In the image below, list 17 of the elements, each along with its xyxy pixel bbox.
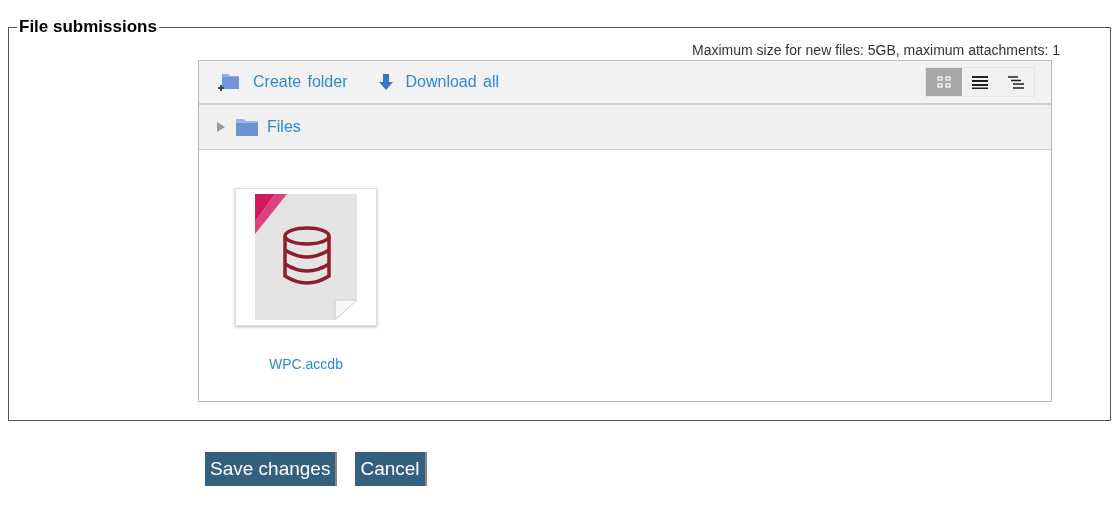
file-thumbnail[interactable] [235,188,377,326]
path-link[interactable]: Files [267,118,301,136]
cancel-button[interactable]: Cancel [355,452,427,486]
grid-icon [937,76,951,88]
save-changes-button[interactable]: Save changes [205,452,338,486]
create-folder-link[interactable]: Create folder [253,73,348,91]
folder-plus-icon [217,71,241,93]
download-all-link[interactable]: Download all [405,73,500,91]
view-mode-button[interactable] [962,68,998,96]
file-limits-text: Maximum size for new files: 5GB, maximum attachments: 1 [692,41,1060,58]
view-mode-button[interactable] [998,68,1034,96]
fieldset-legend: File submissions [17,17,159,37]
list-icon [972,75,988,89]
tree-list-icon [1008,75,1024,89]
download-arrow-icon [377,72,394,92]
folder-icon [235,117,259,137]
file-name-link[interactable]: WPC.accdb [269,356,343,372]
